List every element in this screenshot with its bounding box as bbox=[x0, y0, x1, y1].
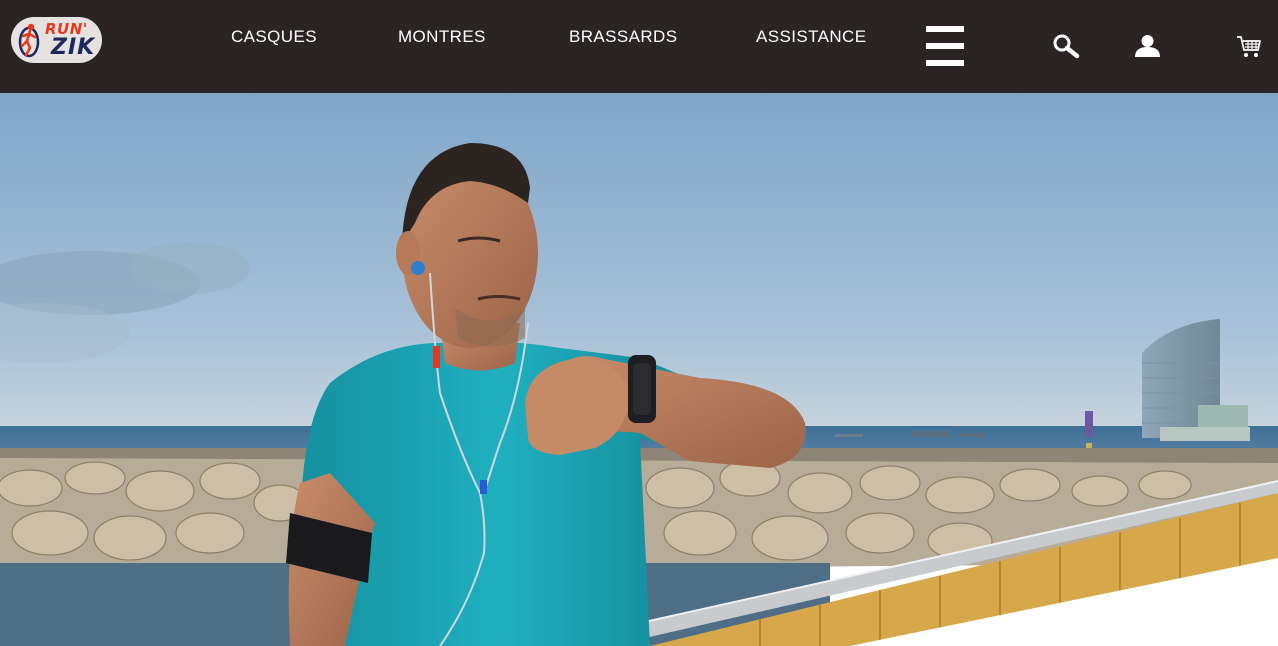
nav-link-assistance[interactable]: ASSISTANCE bbox=[756, 27, 866, 47]
nav-link-montres[interactable]: MONTRES bbox=[398, 27, 486, 47]
user-account-icon[interactable] bbox=[1134, 34, 1161, 58]
hero-banner bbox=[0, 93, 1278, 646]
nav-link-casques[interactable]: CASQUES bbox=[231, 27, 317, 47]
site-logo[interactable]: RUN' ZIK bbox=[11, 17, 102, 63]
hero-image-runner-checking-watch bbox=[0, 93, 1278, 646]
hamburger-menu-icon[interactable] bbox=[926, 26, 964, 66]
shopping-cart-icon[interactable] bbox=[1236, 35, 1262, 59]
top-navigation-bar: RUN' ZIK CASQUES MONTRES BRASSARDS ASSIS… bbox=[0, 0, 1278, 93]
nav-link-brassards[interactable]: BRASSARDS bbox=[569, 27, 677, 47]
runner-logo-icon bbox=[18, 23, 40, 58]
search-icon[interactable] bbox=[1052, 33, 1080, 59]
logo-text-zik: ZIK bbox=[51, 35, 96, 60]
